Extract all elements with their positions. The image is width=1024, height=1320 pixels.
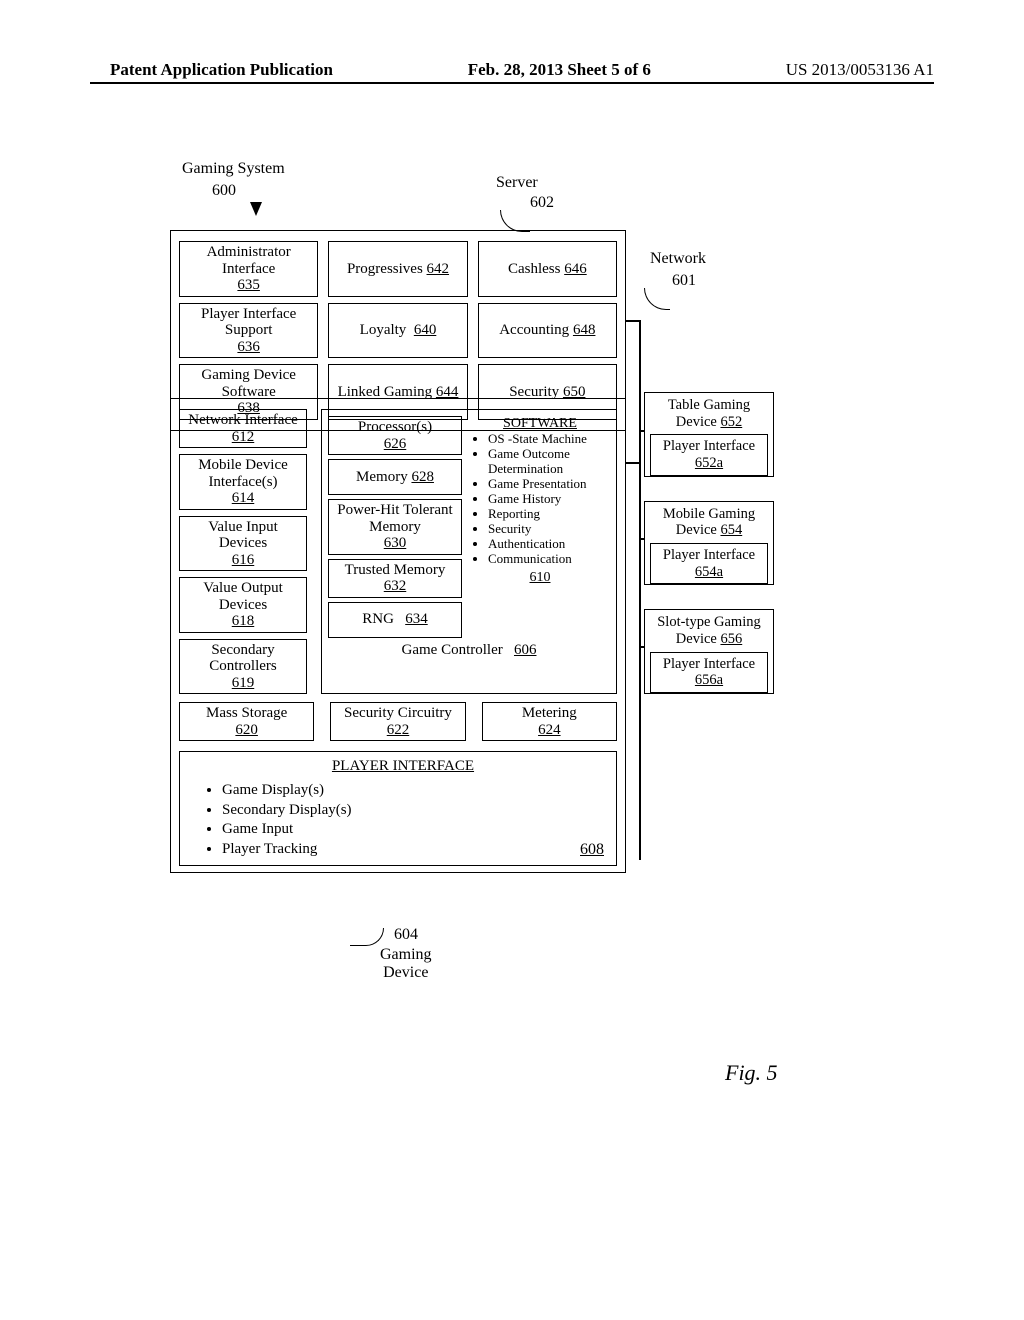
list-item: Game History	[488, 492, 610, 507]
arrowhead-icon	[250, 202, 262, 216]
list-item: Game Outcome Determination	[488, 447, 610, 477]
module-admin-interface: Administrator Interface635	[179, 241, 318, 297]
player-interface-box: PLAYER INTERFACE Game Display(s) Seconda…	[179, 751, 617, 866]
game-controller-box: Processor(s)626 Memory 628 Power-Hit Tol…	[321, 409, 617, 694]
network-device-mobile-gaming: Mobile Gaming Device 654 Player Interfac…	[644, 501, 774, 586]
network-device-slot-gaming: Slot-type Gaming Device 656 Player Inter…	[644, 609, 774, 694]
network-device-sub: Player Interface656a	[650, 652, 768, 693]
leader-line-icon	[644, 288, 670, 310]
module-progressives: Progressives 642	[328, 241, 467, 297]
block-network-interface: Network Interface612	[179, 409, 307, 448]
list-item: Reporting	[488, 507, 610, 522]
block-processors: Processor(s)626	[328, 416, 462, 455]
connector-line-icon	[626, 320, 640, 322]
gaming-device-number: 604	[394, 926, 418, 944]
connector-line-icon	[626, 462, 640, 464]
player-interface-list: Game Display(s) Secondary Display(s) Gam…	[222, 781, 604, 859]
leader-line-icon	[500, 210, 530, 232]
header-right: US 2013/0053136 A1	[786, 60, 934, 80]
list-item: Game Input	[222, 820, 604, 840]
software-box: SOFTWARE OS -State Machine Game Outcome …	[470, 416, 610, 638]
list-item: OS -State Machine	[488, 432, 610, 447]
gaming-system-label: Gaming System	[182, 160, 285, 178]
block-value-output: Value Output Devices618	[179, 577, 307, 633]
list-item: Game Presentation	[488, 477, 610, 492]
server-modules-grid: Administrator Interface635 Progressives …	[179, 241, 617, 420]
module-player-interface-support: Player Interface Support636	[179, 303, 318, 359]
module-cashless: Cashless 646	[478, 241, 617, 297]
list-item: Secondary Display(s)	[222, 801, 604, 821]
server-number: 602	[530, 194, 554, 212]
gaming-device-box: Network Interface612 Mobile Device Inter…	[170, 398, 626, 873]
block-metering: Metering624	[482, 702, 617, 741]
network-device-sub: Player Interface652a	[650, 434, 768, 475]
block-memory: Memory 628	[328, 459, 462, 495]
block-power-hit-memory: Power-Hit Tolerant Memory630	[328, 499, 462, 555]
gaming-device-label: Gaming Device	[380, 946, 432, 983]
network-devices-column: Table Gaming Device 652 Player Interface…	[644, 392, 774, 694]
player-interface-number: 608	[580, 841, 604, 859]
network-device-sub: Player Interface654a	[650, 543, 768, 584]
network-device-table-gaming: Table Gaming Device 652 Player Interface…	[644, 392, 774, 477]
device-bottom-row: Mass Storage620 Security Circuitry622 Me…	[179, 702, 617, 741]
player-interface-title: PLAYER INTERFACE	[202, 758, 604, 775]
block-security-circuitry: Security Circuitry622	[330, 702, 465, 741]
leader-line-icon	[350, 928, 384, 946]
module-accounting: Accounting 648	[478, 303, 617, 359]
list-item: Player Tracking	[222, 840, 604, 860]
block-rng: RNG 634	[328, 602, 462, 638]
module-loyalty: Loyalty 640	[328, 303, 467, 359]
software-number: 610	[470, 570, 610, 586]
software-title: SOFTWARE	[470, 416, 610, 432]
header-rule	[90, 82, 934, 84]
device-left-column: Network Interface612 Mobile Device Inter…	[179, 409, 307, 694]
header-left: Patent Application Publication	[110, 60, 333, 80]
controller-components: Processor(s)626 Memory 628 Power-Hit Tol…	[328, 416, 462, 638]
list-item: Game Display(s)	[222, 781, 604, 801]
block-mass-storage: Mass Storage620	[179, 702, 314, 741]
page-header: Patent Application Publication Feb. 28, …	[0, 60, 1024, 80]
header-center: Feb. 28, 2013 Sheet 5 of 6	[468, 60, 651, 80]
list-item: Authentication	[488, 537, 610, 552]
gaming-system-number: 600	[212, 182, 236, 200]
block-trusted-memory: Trusted Memory632	[328, 559, 462, 598]
list-item: Communication	[488, 552, 610, 567]
list-item: Security	[488, 522, 610, 537]
network-number: 601	[672, 272, 696, 290]
block-mobile-device-interface: Mobile Device Interface(s)614	[179, 454, 307, 510]
server-label: Server	[496, 174, 538, 192]
figure-label: Fig. 5	[725, 1060, 778, 1086]
software-list: OS -State Machine Game Outcome Determina…	[488, 432, 610, 566]
block-value-input: Value Input Devices616	[179, 516, 307, 572]
block-secondary-controllers: Secondary Controllers619	[179, 639, 307, 695]
network-bus-line-icon	[639, 320, 641, 860]
network-label: Network	[650, 250, 706, 268]
controller-caption: Game Controller 606	[328, 642, 610, 659]
